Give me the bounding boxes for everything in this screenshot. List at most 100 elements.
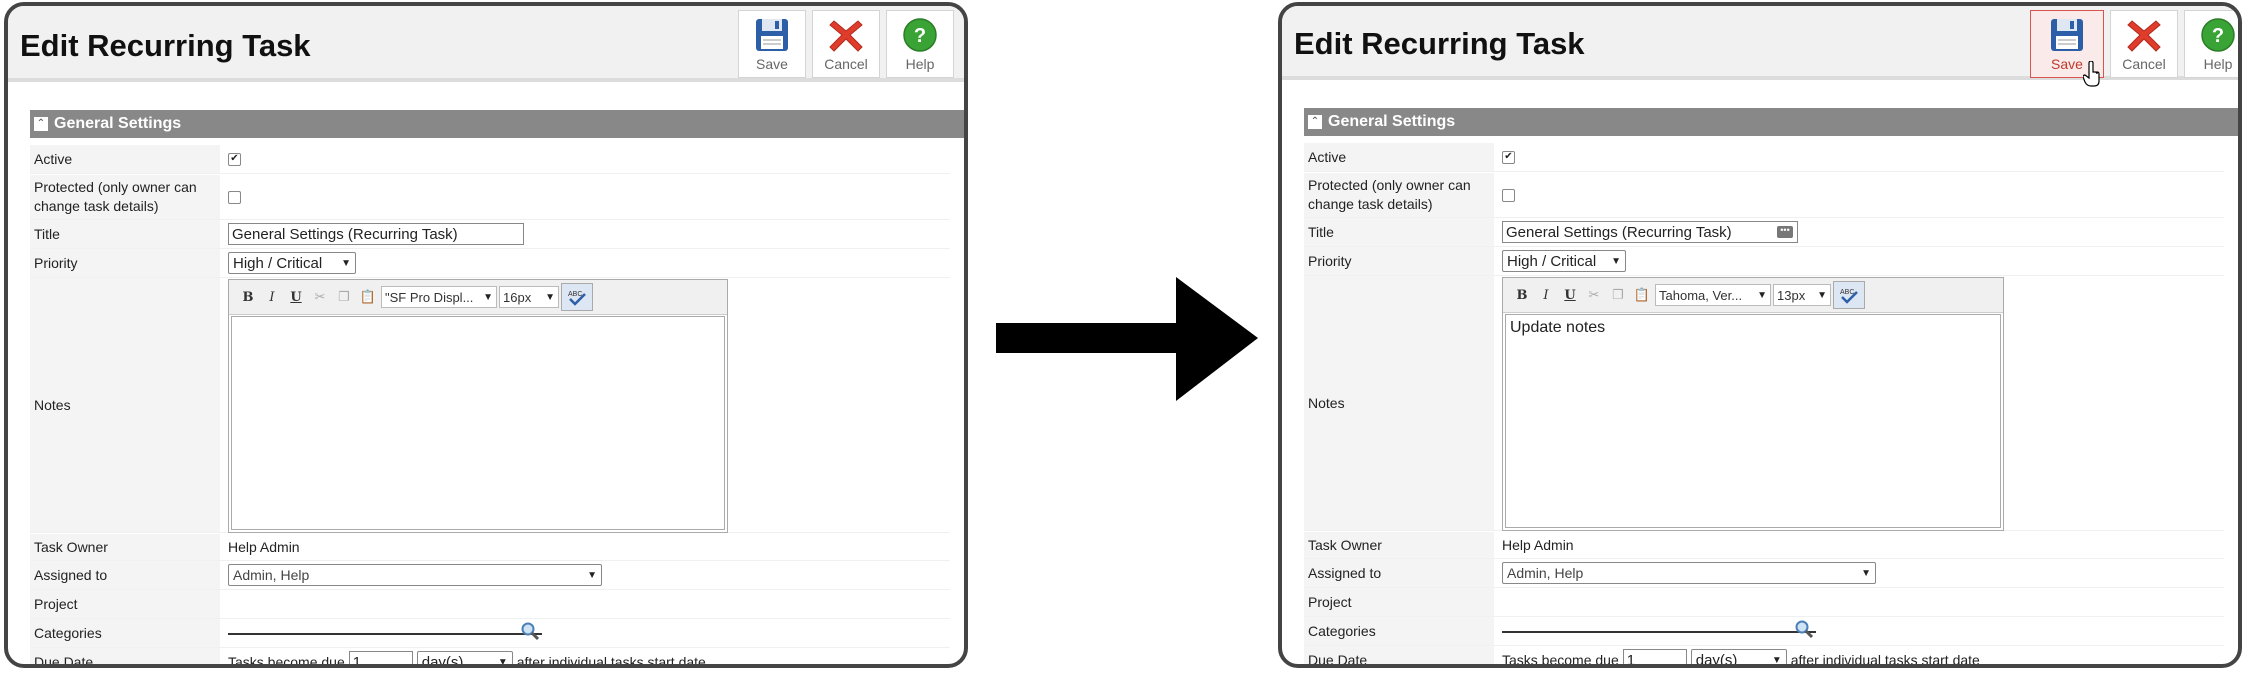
task-owner-value: Help Admin xyxy=(228,539,300,555)
row-assigned-to: Assigned to Admin, Help ▼ xyxy=(1304,559,2224,588)
paste-icon[interactable]: 📋 xyxy=(357,286,379,308)
underline-button[interactable]: U xyxy=(1559,284,1581,306)
notes-textarea[interactable] xyxy=(231,316,725,530)
magnifier-icon[interactable] xyxy=(1794,619,1814,639)
priority-select[interactable]: High / Critical ▼ xyxy=(1502,250,1626,272)
font-select[interactable]: "SF Pro Displ... ▼ xyxy=(381,286,497,308)
label-due-date: Due Date xyxy=(30,648,220,664)
window-after: Edit Recurring Task Save Cancel ? Help ⌃… xyxy=(1278,2,2242,668)
cut-icon[interactable]: ✂ xyxy=(309,286,331,308)
title-input[interactable]: General Settings (Recurring Task) ••• xyxy=(1502,221,1798,243)
row-priority: Priority High / Critical ▼ xyxy=(1304,247,2224,276)
bold-button[interactable]: B xyxy=(1511,284,1533,306)
categories-field[interactable] xyxy=(228,619,542,641)
due-value-input[interactable]: 1 xyxy=(348,651,413,664)
row-priority: Priority High / Critical ▼ xyxy=(30,249,950,278)
caret-down-icon: ▼ xyxy=(341,257,351,269)
cancel-label: Cancel xyxy=(2122,56,2166,72)
bold-button[interactable]: B xyxy=(237,286,259,308)
spellcheck-icon[interactable]: ABC xyxy=(1833,281,1865,309)
font-size-select[interactable]: 16px ▼ xyxy=(499,286,559,308)
due-value-input[interactable]: 1 xyxy=(1622,649,1687,664)
due-unit-value: day(s) xyxy=(421,653,464,668)
caret-down-icon: ▼ xyxy=(587,569,597,581)
save-button[interactable]: Save xyxy=(738,10,806,78)
underline-button[interactable]: U xyxy=(285,286,307,308)
collapse-icon[interactable]: ⌃ xyxy=(34,117,48,131)
help-label: Help xyxy=(905,56,935,72)
row-task-owner: Task Owner Help Admin xyxy=(1304,532,2224,559)
collapse-icon[interactable]: ⌃ xyxy=(1308,115,1322,129)
green-question-icon: ? xyxy=(903,18,937,52)
save-button[interactable]: Save xyxy=(2030,10,2104,87)
paste-icon[interactable]: 📋 xyxy=(1631,284,1653,306)
active-checkbox[interactable]: ✔ xyxy=(1502,150,1515,164)
caret-down-icon: ▼ xyxy=(497,656,508,668)
due-unit-select[interactable]: day(s) ▼ xyxy=(416,651,513,668)
save-label: Save xyxy=(756,56,788,72)
label-active: Active xyxy=(30,145,220,173)
due-unit-select[interactable]: day(s) ▼ xyxy=(1690,649,1787,664)
cancel-button[interactable]: Cancel xyxy=(2110,10,2178,78)
label-title: Title xyxy=(30,220,220,248)
title-value: General Settings (Recurring Task) xyxy=(1506,223,1732,241)
label-protected: Protected (only owner can change task de… xyxy=(30,175,220,219)
row-protected: Protected (only owner can change task de… xyxy=(30,175,950,220)
row-due-date: Due Date Tasks become due 1 day(s) ▼ afte… xyxy=(30,648,950,668)
notes-textarea[interactable]: Update notes xyxy=(1505,314,2001,528)
priority-select[interactable]: High / Critical ▼ xyxy=(228,252,356,274)
help-button[interactable]: ? Help xyxy=(2184,10,2238,78)
categories-field[interactable] xyxy=(1502,617,1816,639)
notes-editor: B I U ✂ ❐ 📋 "SF Pro Displ... ▼ 16px ▼ ABC xyxy=(228,279,728,533)
section-title: General Settings xyxy=(54,115,182,132)
notes-editor: B I U ✂ ❐ 📋 Tahoma, Ver... ▼ 13px ▼ ABC xyxy=(1502,277,2004,531)
protected-checkbox[interactable] xyxy=(228,190,241,204)
caret-down-icon: ▼ xyxy=(545,291,555,303)
italic-button[interactable]: I xyxy=(1535,284,1557,306)
row-title: Title General Settings (Recurring Task) xyxy=(30,220,950,249)
font-size-value: 13px xyxy=(1777,287,1806,303)
font-select[interactable]: Tahoma, Ver... ▼ xyxy=(1655,284,1771,306)
title-input[interactable]: General Settings (Recurring Task) xyxy=(228,223,524,245)
hand-cursor-icon xyxy=(2083,61,2100,87)
help-button[interactable]: ? Help xyxy=(886,10,954,78)
priority-value: High / Critical xyxy=(1507,252,1597,270)
row-protected: Protected (only owner can change task de… xyxy=(1304,173,2224,218)
label-protected: Protected (only owner can change task de… xyxy=(1304,173,1494,217)
row-active: Active ✔ xyxy=(30,145,950,174)
magnifier-icon[interactable] xyxy=(520,621,540,641)
section-header-general-settings[interactable]: ⌃ General Settings xyxy=(1304,108,2238,136)
label-categories: Categories xyxy=(1304,617,1494,645)
protected-checkbox[interactable] xyxy=(1502,188,1515,202)
assigned-to-select[interactable]: Admin, Help ▼ xyxy=(1502,562,1876,584)
italic-button[interactable]: I xyxy=(261,286,283,308)
cancel-button[interactable]: Cancel xyxy=(812,10,880,78)
font-size-select[interactable]: 13px ▼ xyxy=(1773,284,1831,306)
row-due-date: Due Date Tasks become due 1 day(s) ▼ afte… xyxy=(1304,646,2224,664)
row-project: Project xyxy=(30,590,950,619)
caret-down-icon: ▼ xyxy=(483,291,493,303)
label-task-owner: Task Owner xyxy=(30,534,220,560)
section-title: General Settings xyxy=(1328,113,1456,130)
active-checkbox[interactable]: ✔ xyxy=(228,152,241,166)
floppy-disk-icon xyxy=(756,19,788,51)
copy-icon[interactable]: ❐ xyxy=(1607,284,1629,306)
header: Edit Recurring Task Save Cancel ? Help xyxy=(8,6,964,82)
cancel-label: Cancel xyxy=(824,56,868,72)
cut-icon[interactable]: ✂ xyxy=(1583,284,1605,306)
svg-text:ABC: ABC xyxy=(568,291,582,298)
assigned-to-select[interactable]: Admin, Help ▼ xyxy=(228,564,602,586)
green-question-icon: ? xyxy=(2201,18,2235,52)
row-task-owner: Task Owner Help Admin xyxy=(30,534,950,561)
label-protected-line2: change task details) xyxy=(34,198,159,214)
red-x-icon xyxy=(829,20,863,52)
spellcheck-icon[interactable]: ABC xyxy=(561,283,593,311)
ellipsis-icon[interactable]: ••• xyxy=(1777,226,1793,238)
label-protected-line1: Protected (only owner can xyxy=(34,179,197,195)
label-due-date: Due Date xyxy=(1304,646,1494,664)
row-categories: Categories xyxy=(1304,617,2224,646)
copy-icon[interactable]: ❐ xyxy=(333,286,355,308)
section-header-general-settings[interactable]: ⌃ General Settings xyxy=(30,110,964,138)
svg-text:?: ? xyxy=(914,25,926,47)
label-active: Active xyxy=(1304,143,1494,171)
